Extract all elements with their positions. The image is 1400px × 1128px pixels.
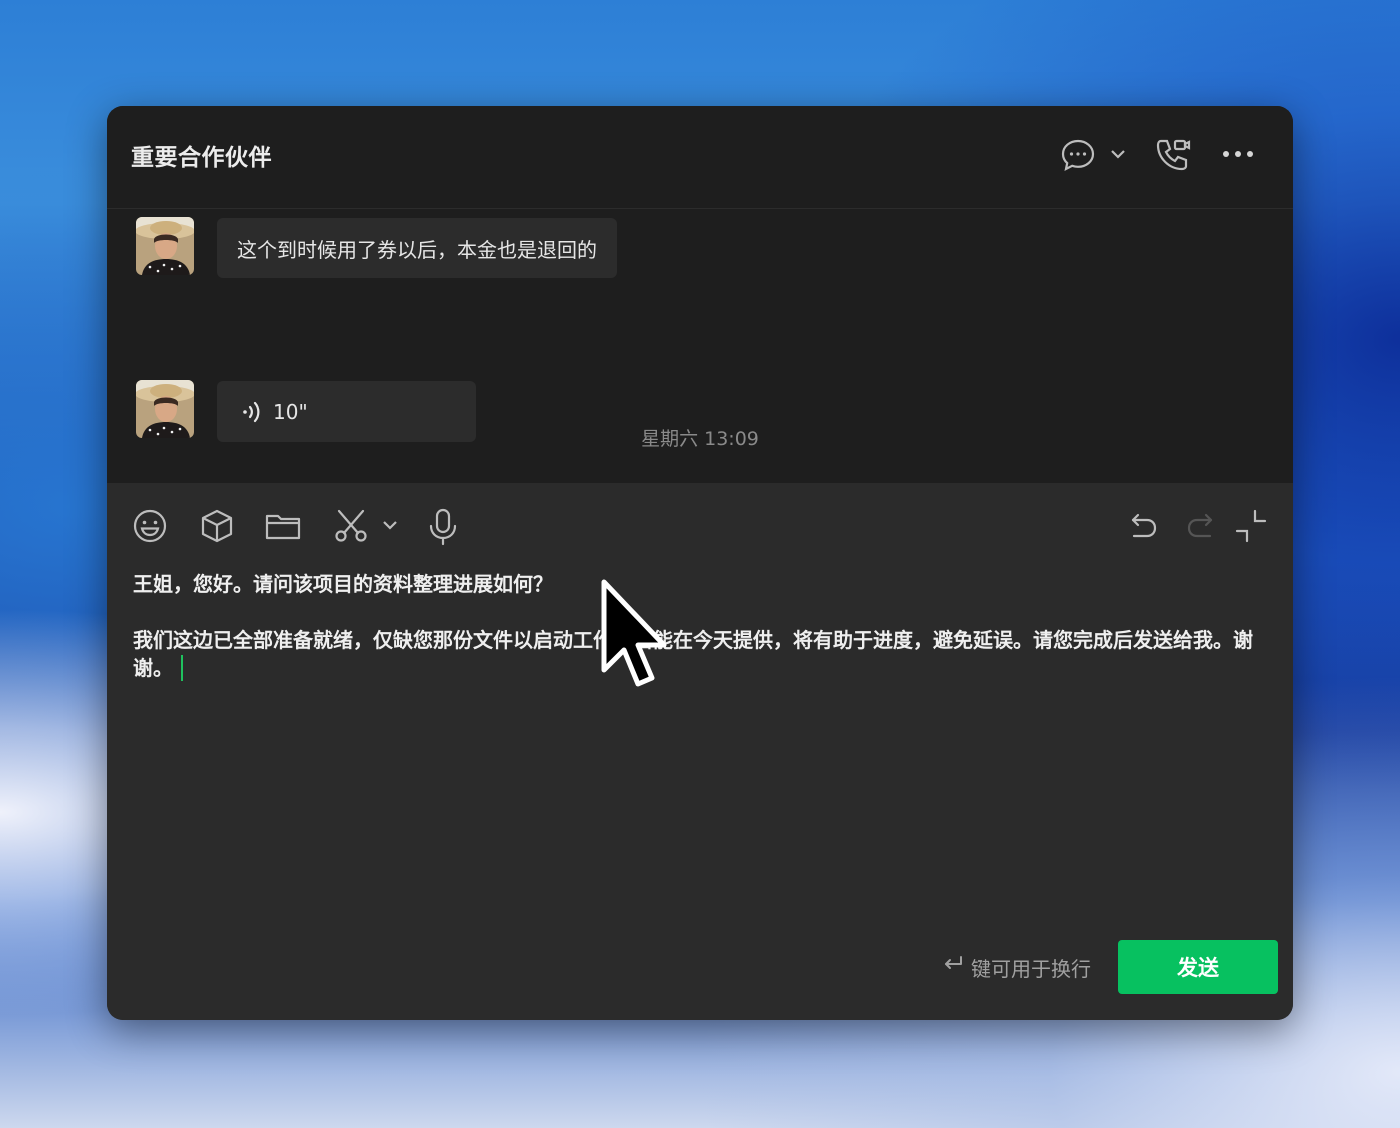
phone-video-icon[interactable] xyxy=(1153,136,1193,178)
return-key-icon xyxy=(941,954,965,981)
message-list: 这个到时候用了券以后，本金也是退回的 星期六 13:09 10" xyxy=(107,209,1293,483)
chat-window: 重要合作伙伴 这个到时候用了券以后，本金也是退回的 星期六 13:09 10" … xyxy=(107,106,1293,1020)
sticker-cube-icon[interactable] xyxy=(198,507,236,549)
mouse-pointer-icon xyxy=(600,578,670,694)
avatar[interactable] xyxy=(136,380,194,438)
chat-title: 重要合作伙伴 xyxy=(131,145,272,171)
newline-hint: 键可用于换行 xyxy=(941,953,1091,982)
folder-icon[interactable] xyxy=(264,507,302,549)
text-caret xyxy=(181,655,183,681)
input-line-1: 王姐，您好。请问该项目的资料整理进展如何？ xyxy=(133,572,553,596)
redo-icon[interactable] xyxy=(1180,507,1218,549)
message-input[interactable]: 王姐，您好。请问该项目的资料整理进展如何？ 我们这边已全部准备就绪，仅缺您那份文… xyxy=(133,570,1273,682)
chat-bubble-icon[interactable] xyxy=(1059,136,1097,178)
emoji-icon[interactable] xyxy=(131,507,169,549)
newline-hint-text: 键可用于换行 xyxy=(971,957,1091,981)
voice-duration: 10" xyxy=(273,399,308,424)
scissors-icon[interactable] xyxy=(332,507,370,549)
message-bubble[interactable]: 这个到时候用了券以后，本金也是退回的 xyxy=(217,218,617,278)
undo-icon[interactable] xyxy=(1126,507,1164,549)
avatar[interactable] xyxy=(136,217,194,275)
input-line-2: 我们这边已全部准备就绪，仅缺您那份文件以启动工作。若能在今天提供，将有助于进度，… xyxy=(133,628,1253,680)
microphone-icon[interactable] xyxy=(424,507,462,551)
message-text: 这个到时候用了券以后，本金也是退回的 xyxy=(237,237,597,262)
collapse-icon[interactable] xyxy=(1233,507,1271,549)
voice-wave-icon xyxy=(241,399,263,425)
composer: 王姐，您好。请问该项目的资料整理进展如何？ 我们这边已全部准备就绪，仅缺您那份文… xyxy=(107,483,1293,1020)
more-dots-icon[interactable] xyxy=(1221,142,1255,170)
chevron-down-icon[interactable] xyxy=(1108,146,1128,166)
voice-message-bubble[interactable]: 10" xyxy=(217,381,476,442)
send-button[interactable]: 发送 xyxy=(1118,940,1278,994)
chat-header: 重要合作伙伴 xyxy=(107,106,1293,209)
chevron-down-icon[interactable] xyxy=(380,517,400,537)
